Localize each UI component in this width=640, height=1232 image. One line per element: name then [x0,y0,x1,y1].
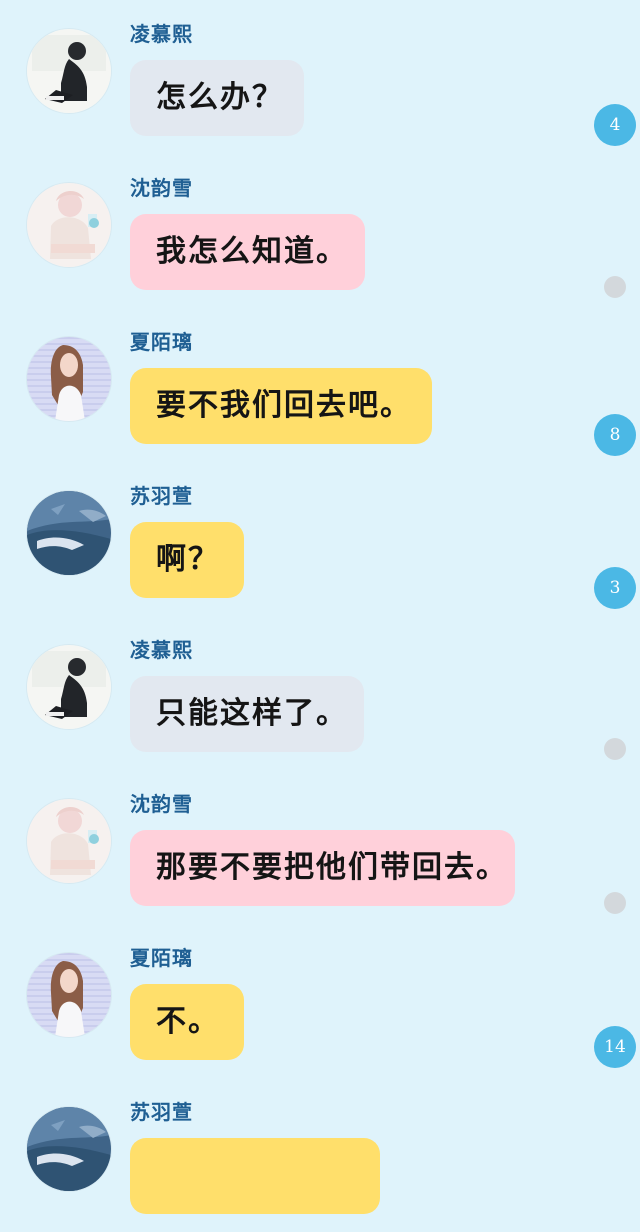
message-bubble[interactable]: 那要不要把他们带回去。 [130,830,515,906]
avatar[interactable] [27,183,111,267]
sender-name: 夏陌璃 [130,946,193,970]
avatar[interactable] [27,799,111,883]
message-bubble[interactable]: 啊？ [130,522,244,598]
sender-name: 凌慕熙 [130,22,193,46]
avatar[interactable] [27,953,111,1037]
message-item: 沈韵雪 那要不要把他们带回去。 [0,770,640,924]
message-item: 夏陌璃 不。 14 [0,924,640,1078]
avatar-blue-scene-icon [27,1107,111,1191]
avatar-girl-pink-icon [27,799,111,883]
message-item: 苏羽萱 [0,1078,640,1232]
sender-name: 沈韵雪 [130,176,193,200]
avatar-blue-scene-icon [27,491,111,575]
message-bubble[interactable]: 要不我们回去吧。 [130,368,432,444]
sender-name: 夏陌璃 [130,330,193,354]
unread-badge: 14 [594,1026,636,1068]
read-status-dot [604,276,626,298]
unread-badge: 4 [594,104,636,146]
read-status-dot [604,892,626,914]
message-item: 沈韵雪 我怎么知道。 [0,154,640,308]
message-bubble[interactable]: 不。 [130,984,244,1060]
sender-name: 沈韵雪 [130,792,193,816]
message-bubble[interactable]: 只能这样了。 [130,676,364,752]
chat-message-list: 凌慕熙 怎么办？ 4 沈韵雪 我怎么知道。 夏陌璃 要不我们回去吧。 8 苏羽萱… [0,0,640,1214]
sender-name: 苏羽萱 [130,484,193,508]
message-bubble[interactable]: 我怎么知道。 [130,214,365,290]
unread-badge: 3 [594,567,636,609]
avatar-girl-long-hair-icon [27,953,111,1037]
message-item: 凌慕熙 怎么办？ 4 [0,0,640,154]
unread-badge: 8 [594,414,636,456]
avatar-girl-pink-icon [27,183,111,267]
avatar[interactable] [27,29,111,113]
sender-name: 苏羽萱 [130,1100,193,1124]
message-item: 苏羽萱 啊？ 3 [0,462,640,616]
avatar[interactable] [27,1107,111,1191]
message-item: 夏陌璃 要不我们回去吧。 8 [0,308,640,462]
avatar[interactable] [27,491,111,575]
avatar-girl-long-hair-icon [27,337,111,421]
avatar[interactable] [27,337,111,421]
read-status-dot [604,738,626,760]
message-bubble[interactable]: 怎么办？ [130,60,304,136]
avatar-girl-dark-icon [27,29,111,113]
avatar[interactable] [27,645,111,729]
avatar-girl-dark-icon [27,645,111,729]
message-item: 凌慕熙 只能这样了。 [0,616,640,770]
message-bubble[interactable] [130,1138,380,1214]
sender-name: 凌慕熙 [130,638,193,662]
